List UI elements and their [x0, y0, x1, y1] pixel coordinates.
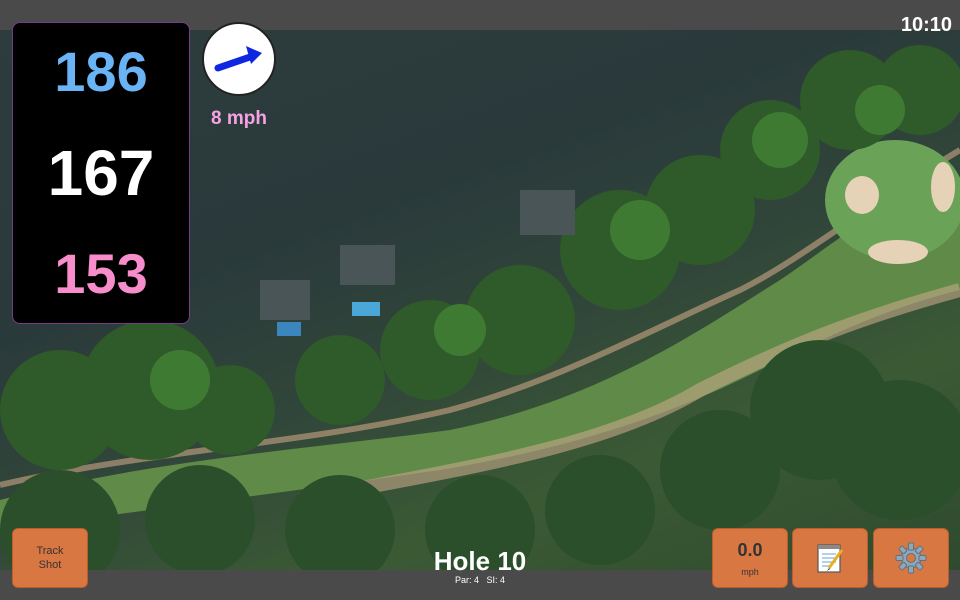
track-shot-button[interactable]: Track Shot [12, 528, 88, 588]
front-distance: 153 [54, 242, 148, 306]
settings-button[interactable] [873, 528, 949, 588]
hole-si: SI: 4 [486, 575, 506, 585]
wind-arrow-icon [202, 22, 276, 96]
center-distance: 167 [47, 136, 155, 209]
speed-button[interactable]: 0.0 mph [712, 528, 788, 588]
wind-indicator: 8 mph [202, 22, 276, 130]
speed-unit: mph [741, 567, 759, 577]
track-shot-label-line1: Track [36, 544, 64, 557]
distance-panel: 186 167 153 [12, 22, 190, 324]
hole-title: Hole 10 [433, 546, 527, 576]
notepad-icon [817, 544, 844, 573]
wind-speed: 8 mph [211, 108, 267, 129]
back-distance: 186 [54, 39, 148, 103]
hole-info: Hole 10 Par: 4 SI: 4 [380, 548, 580, 585]
gear-icon [895, 542, 927, 574]
track-shot-label-line2: Shot [38, 559, 62, 571]
clock-time: 10:10 [900, 14, 952, 36]
hole-details: Par: 4 SI: 4 [380, 575, 580, 585]
hole-par: Par: 4 [454, 575, 479, 585]
notes-button[interactable] [792, 528, 868, 588]
speed-value: 0.0 [737, 540, 763, 560]
